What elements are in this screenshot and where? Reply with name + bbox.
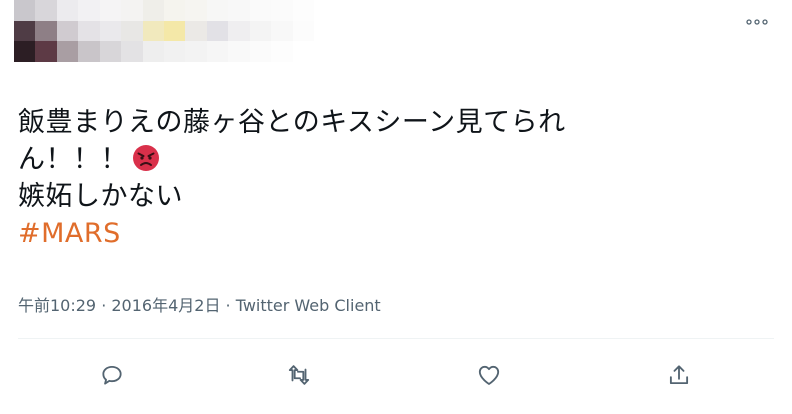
retweet-icon [288,365,310,385]
share-button[interactable] [662,358,696,392]
action-bar [0,352,792,396]
pixelated-author-area [14,0,314,62]
tweet-text-line-with-emoji: ん！！！ [18,141,718,178]
tweet-text-line: 嫉妬しかない [18,181,183,212]
tweet-text-line: ん！！！ [18,144,128,175]
share-icon [669,365,689,385]
angry-face-emoji [133,145,159,171]
more-horizontal-icon [746,19,768,25]
like-icon [478,365,500,385]
divider [18,338,774,339]
reply-button[interactable] [95,358,129,392]
tweet-card: 飯豊まりえの藤ヶ谷とのキスシーン見てられ ん！！！ 嫉妬しかない #MARS 午… [0,0,792,414]
retweet-button[interactable] [282,358,316,392]
hashtag-link[interactable]: #MARS [18,215,718,252]
tweet-text: 飯豊まりえの藤ヶ谷とのキスシーン見てられ ん！！！ 嫉妬しかない #MARS [18,104,718,252]
reply-icon [102,365,122,385]
more-options-button[interactable] [744,12,770,32]
tweet-timestamp-source[interactable]: 午前10:29 · 2016年4月2日 · Twitter Web Client [18,292,381,316]
tweet-text-line: 飯豊まりえの藤ヶ谷とのキスシーン見てられ [18,107,566,138]
author-header-redacted [14,0,314,70]
like-button[interactable] [472,358,506,392]
